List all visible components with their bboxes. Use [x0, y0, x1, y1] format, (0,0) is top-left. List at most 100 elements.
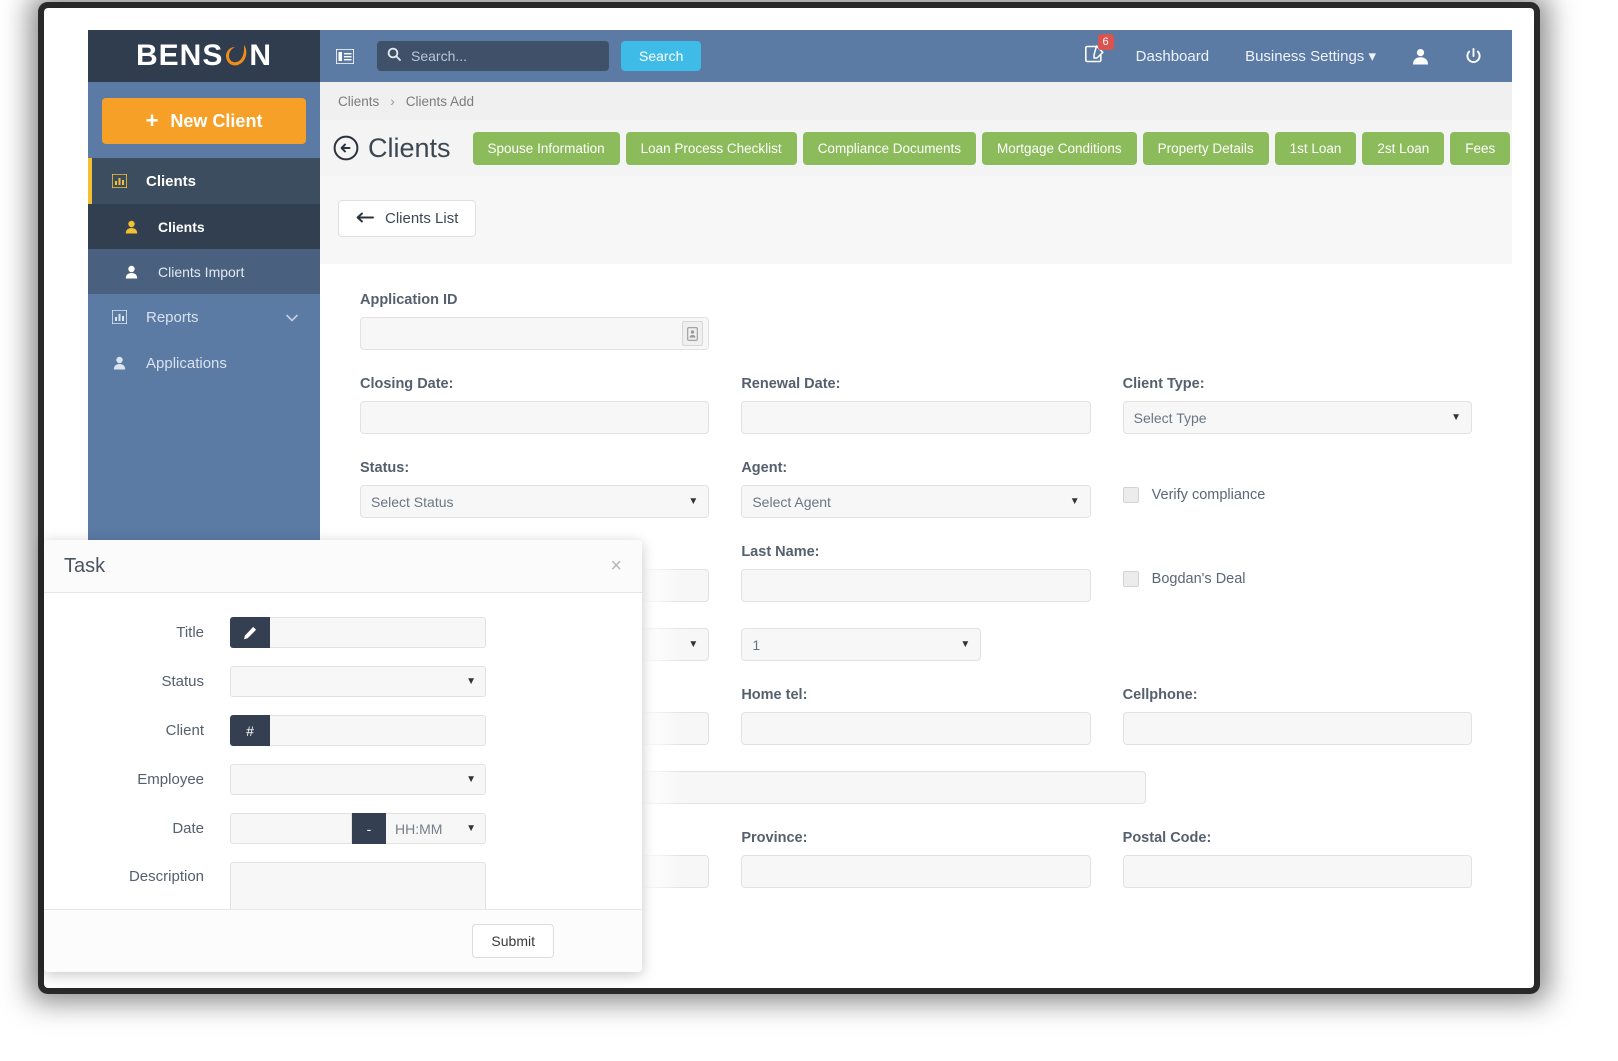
power-icon[interactable] — [1447, 47, 1500, 65]
task-modal: Task × Title Status ▼ Client # Employee … — [44, 540, 642, 972]
search-button[interactable]: Search — [621, 41, 702, 71]
field-status: Status: Select Status ▼ — [360, 460, 710, 518]
close-icon[interactable]: × — [610, 556, 622, 576]
tab-compliance-documents[interactable]: Compliance Documents — [802, 131, 976, 165]
verify-compliance-row[interactable]: Verify compliance — [1122, 460, 1472, 503]
business-settings-link[interactable]: Business Settings ▾ — [1227, 47, 1394, 65]
sidebar-item-reports[interactable]: Reports — [88, 294, 320, 340]
client-type-label: Client Type: — [1122, 376, 1205, 392]
field-last-name: Last Name: — [741, 544, 1091, 602]
form-spacer-e — [1123, 771, 1472, 804]
field-bogdans-deal: Bogdan's Deal — [1122, 544, 1472, 602]
form-spacer-a — [741, 292, 1090, 350]
topbar: Search 6 Dashboard Business Settings ▾ — [320, 30, 1512, 82]
search-box[interactable] — [377, 41, 609, 71]
client-type-select[interactable]: Select Type ▼ — [1122, 401, 1472, 434]
closing-date-input[interactable] — [360, 401, 710, 434]
modal-employee-select[interactable]: ▼ — [230, 764, 486, 795]
brand-text-part2: N — [249, 39, 273, 72]
sidebar-item-applications[interactable]: Applications — [88, 340, 320, 386]
modal-time-select[interactable]: HH:MM ▼ — [386, 813, 486, 844]
obscured-select-2-value: 1 — [752, 636, 761, 653]
tab-1st-loan[interactable]: 1st Loan — [1274, 131, 1357, 165]
modal-date-input[interactable] — [230, 813, 352, 844]
bogdans-deal-checkbox[interactable] — [1122, 571, 1139, 587]
tab-mortgage-conditions[interactable]: Mortgage Conditions — [982, 131, 1137, 165]
postal-code-label: Postal Code: — [1122, 830, 1212, 846]
caret-down-icon: ▼ — [1451, 412, 1461, 423]
modal-field-date: Date - HH:MM ▼ — [44, 813, 642, 844]
modal-field-employee: Employee ▼ — [44, 764, 642, 795]
user-icon — [110, 356, 128, 370]
home-tel-input[interactable] — [741, 712, 1091, 745]
verify-compliance-checkbox[interactable] — [1122, 487, 1139, 503]
status-select[interactable]: Select Status ▼ — [360, 485, 710, 518]
modal-title-input-group — [230, 617, 486, 648]
application-id-input-wrap — [360, 317, 710, 350]
notifications-button[interactable]: 6 — [1071, 33, 1118, 68]
caret-down-icon: ▼ — [960, 639, 971, 650]
bogdans-deal-label: Bogdan's Deal — [1151, 571, 1246, 587]
last-name-input[interactable] — [741, 569, 1091, 602]
user-avatar-icon[interactable] — [1394, 48, 1447, 65]
application-id-input[interactable] — [360, 317, 710, 350]
form-spacer-d — [741, 771, 1090, 804]
field-obscured-select-2: 1 ▼ — [741, 628, 1090, 661]
chart-bar-icon — [110, 174, 128, 188]
postal-code-input[interactable] — [1122, 855, 1472, 888]
sidebar-item-clients-import[interactable]: Clients Import — [88, 249, 320, 294]
renewal-date-input[interactable] — [741, 401, 1091, 434]
new-client-wrap: + New Client — [88, 82, 320, 158]
sidebar-item-reports-label: Reports — [146, 308, 199, 326]
caret-down-icon: ▼ — [688, 496, 699, 507]
brand-logo[interactable]: BENS N — [88, 30, 320, 82]
agent-select[interactable]: Select Agent ▼ — [741, 485, 1091, 518]
user-icon — [122, 220, 140, 234]
edit-note-icon — [1084, 44, 1104, 67]
province-input[interactable] — [741, 855, 1091, 888]
field-closing-date: Closing Date: — [360, 376, 710, 434]
user-icon — [122, 265, 140, 279]
form-row-application-id: Application ID — [360, 292, 1472, 350]
modal-title-field-label: Title — [176, 624, 204, 641]
page-tabs: Spouse Information Loan Process Checklis… — [472, 131, 1511, 165]
page-header: Clients Spouse Information Loan Process … — [320, 120, 1512, 176]
modal-client-input[interactable] — [270, 715, 486, 746]
form-spacer-b — [1123, 292, 1472, 350]
dashboard-link[interactable]: Dashboard — [1118, 48, 1227, 65]
sidebar-item-clients-sub[interactable]: Clients — [88, 204, 320, 249]
bogdans-deal-row[interactable]: Bogdan's Deal — [1122, 544, 1472, 587]
agent-label: Agent: — [741, 460, 788, 476]
obscured-select-2[interactable]: 1 ▼ — [741, 628, 982, 661]
tab-2st-loan[interactable]: 2st Loan — [1362, 131, 1445, 165]
new-client-button[interactable]: + New Client — [102, 98, 306, 144]
breadcrumb-item-clients-add[interactable]: Clients Add — [406, 94, 474, 109]
cellphone-input[interactable] — [1122, 712, 1472, 745]
hash-icon: # — [230, 715, 270, 746]
form-spacer-c — [1123, 628, 1472, 661]
sidebar-item-clients[interactable]: Clients — [88, 158, 320, 204]
tab-loan-process-checklist[interactable]: Loan Process Checklist — [625, 131, 797, 165]
application-id-label: Application ID — [360, 292, 458, 308]
tab-spouse-information[interactable]: Spouse Information — [472, 131, 620, 165]
modal-description-label: Description — [128, 868, 204, 885]
search-input[interactable] — [409, 47, 599, 65]
status-value: Select Status — [371, 493, 454, 510]
back-arrow-circle-icon[interactable] — [332, 134, 360, 162]
modal-title-input[interactable] — [270, 617, 486, 648]
submit-button[interactable]: Submit — [472, 924, 554, 958]
modal-body: Title Status ▼ Client # Employee ▼ Date … — [44, 593, 642, 919]
tab-property-details[interactable]: Property Details — [1142, 131, 1269, 165]
modal-status-select[interactable]: ▼ — [230, 666, 486, 697]
sidebar-toggle-icon[interactable] — [333, 45, 357, 67]
home-tel-label: Home tel: — [741, 687, 808, 703]
arrow-left-icon — [356, 210, 374, 227]
breadcrumb-item-clients[interactable]: Clients — [338, 94, 379, 109]
id-card-icon[interactable] — [682, 321, 704, 346]
sidebar-item-clients-import-label: Clients Import — [158, 263, 245, 280]
brand-o-icon — [223, 39, 249, 69]
clients-list-button[interactable]: Clients List — [338, 200, 477, 237]
cellphone-label: Cellphone: — [1122, 687, 1198, 703]
form-row-dates: Closing Date: Renewal Date: Client Type:… — [360, 376, 1472, 434]
tab-fees[interactable]: Fees — [1450, 131, 1511, 165]
